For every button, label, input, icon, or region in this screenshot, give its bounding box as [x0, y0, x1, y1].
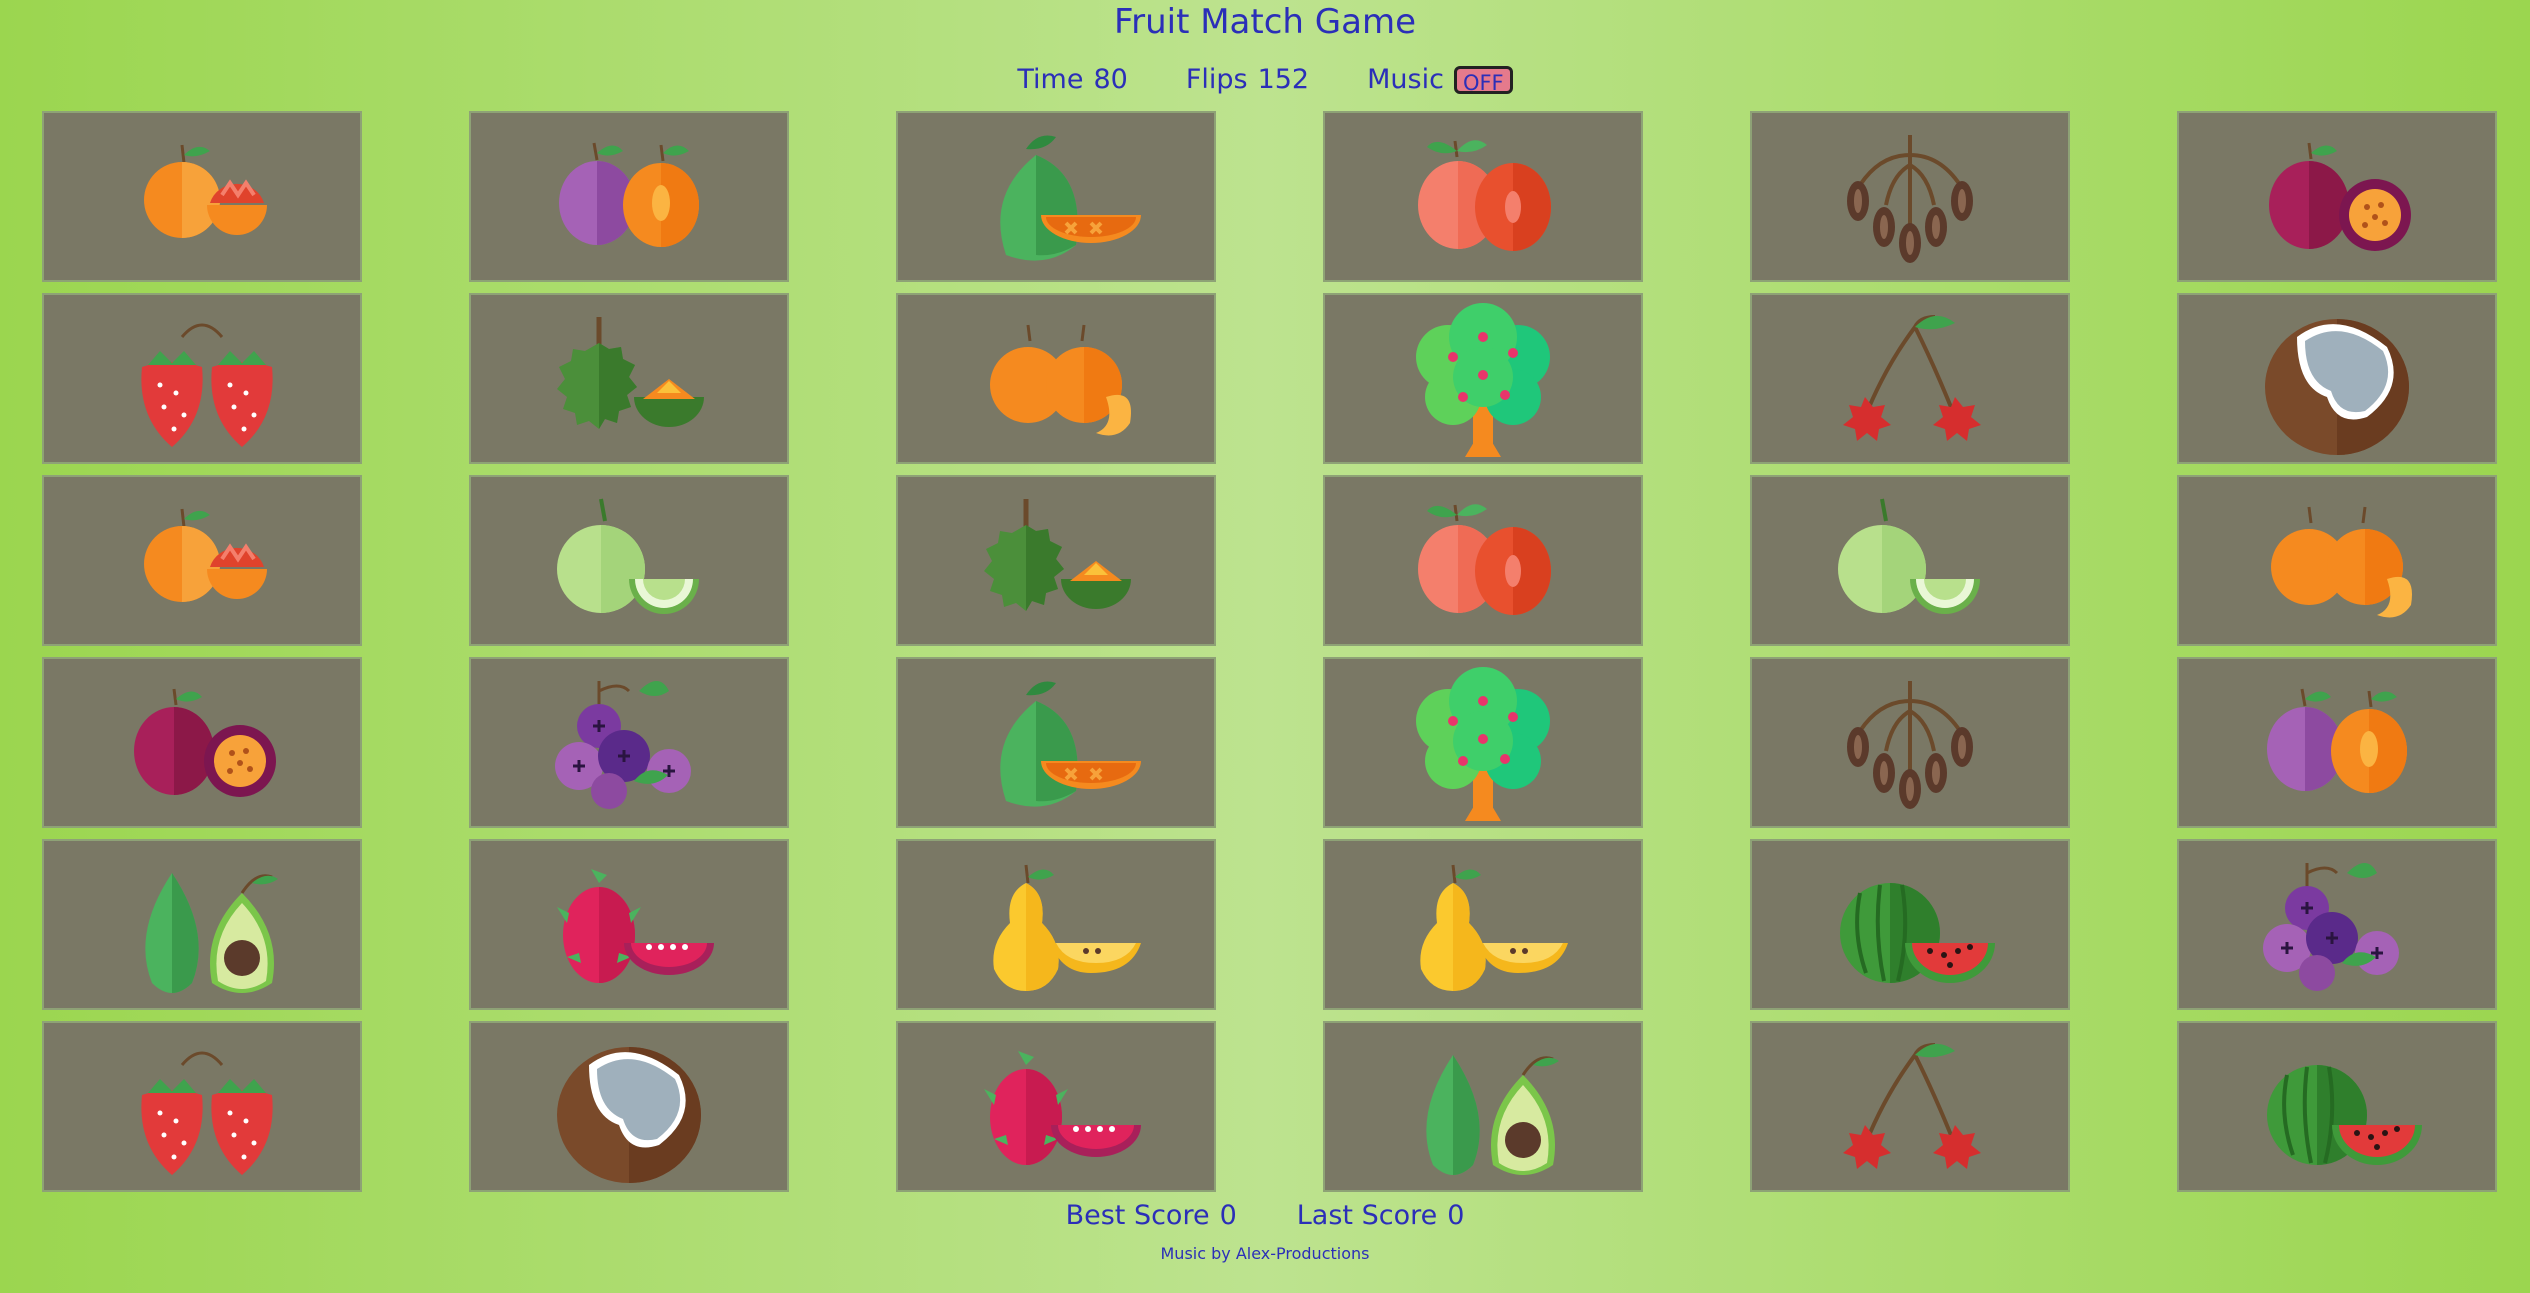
durian-icon [966, 479, 1146, 643]
card-dragon-fruit[interactable] [896, 1021, 1216, 1192]
music-toggle-button[interactable]: OFF [1453, 65, 1513, 95]
cherry-icon [1820, 1025, 2000, 1189]
time-value: 80 [1093, 64, 1128, 95]
grapes-icon [539, 661, 719, 825]
strawberry-icon [112, 1025, 292, 1189]
melon-icon [539, 479, 719, 643]
music-label: Music [1367, 64, 1444, 95]
dragon-fruit-icon [966, 1025, 1146, 1189]
card-durian[interactable] [469, 293, 789, 464]
card-tangerine[interactable] [896, 293, 1216, 464]
card-fruit-tree[interactable] [1323, 657, 1643, 828]
card-pear[interactable] [1323, 839, 1643, 1010]
card-grapes[interactable] [2177, 839, 2497, 1010]
apple-icon [1393, 479, 1573, 643]
last-score: Last Score 0 [1297, 1200, 1465, 1231]
fruit-tree-icon [1393, 297, 1573, 461]
card-coconut[interactable] [2177, 293, 2497, 464]
fruit-tree-icon [1393, 661, 1573, 825]
card-watermelon[interactable] [1750, 839, 2070, 1010]
time-label: Time [1017, 64, 1084, 95]
card-strawberry[interactable] [42, 1021, 362, 1192]
card-cherry[interactable] [1750, 293, 2070, 464]
card-melon[interactable] [469, 475, 789, 646]
card-orange[interactable] [42, 475, 362, 646]
card-melon[interactable] [1750, 475, 2070, 646]
card-pear[interactable] [896, 839, 1216, 1010]
coconut-icon [539, 1025, 719, 1189]
card-orange[interactable] [42, 111, 362, 282]
music-credit: Music by Alex-Productions [1160, 1244, 1370, 1263]
strawberry-icon [112, 297, 292, 461]
card-dragon-fruit[interactable] [469, 839, 789, 1010]
flips-stat: Flips 152 [1186, 64, 1309, 95]
coconut-icon [2247, 297, 2427, 461]
page-title: Fruit Match Game [1114, 2, 1416, 42]
best-score-label: Best Score [1065, 1200, 1210, 1231]
watermelon-icon [2247, 1025, 2427, 1189]
mango-icon [966, 115, 1146, 279]
cherry-icon [1820, 297, 2000, 461]
last-score-value: 0 [1447, 1200, 1465, 1231]
card-fruit-tree[interactable] [1323, 293, 1643, 464]
melon-icon [1820, 479, 2000, 643]
card-passion-fruit[interactable] [2177, 111, 2497, 282]
card-plum[interactable] [469, 111, 789, 282]
card-avocado[interactable] [42, 839, 362, 1010]
music-stat: Music OFF [1367, 64, 1513, 95]
tangerine-icon [2247, 479, 2427, 643]
card-mango[interactable] [896, 111, 1216, 282]
card-strawberry[interactable] [42, 293, 362, 464]
passion-fruit-icon [2247, 115, 2427, 279]
card-durian[interactable] [896, 475, 1216, 646]
flips-label: Flips [1185, 64, 1248, 95]
card-apple[interactable] [1323, 475, 1643, 646]
dates-icon [1820, 115, 2000, 279]
stats-bar: Time 80 Flips 152 Music OFF [0, 64, 2530, 95]
card-cherry[interactable] [1750, 1021, 2070, 1192]
card-dates[interactable] [1750, 657, 2070, 828]
pear-icon [966, 843, 1146, 1007]
card-tangerine[interactable] [2177, 475, 2497, 646]
card-board [42, 111, 2497, 1192]
orange-icon [112, 115, 292, 279]
dates-icon [1820, 661, 2000, 825]
card-dates[interactable] [1750, 111, 2070, 282]
apple-icon [1393, 115, 1573, 279]
card-coconut[interactable] [469, 1021, 789, 1192]
last-score-label: Last Score [1296, 1200, 1438, 1231]
time-stat: Time 80 [1017, 64, 1127, 95]
orange-icon [112, 479, 292, 643]
card-mango[interactable] [896, 657, 1216, 828]
tangerine-icon [966, 297, 1146, 461]
plum-icon [539, 115, 719, 279]
avocado-icon [112, 843, 292, 1007]
card-apple[interactable] [1323, 111, 1643, 282]
best-score: Best Score 0 [1066, 1200, 1237, 1231]
score-bar: Best Score 0 Last Score 0 [0, 1200, 2530, 1231]
card-watermelon[interactable] [2177, 1021, 2497, 1192]
card-avocado[interactable] [1323, 1021, 1643, 1192]
avocado-icon [1393, 1025, 1573, 1189]
best-score-value: 0 [1219, 1200, 1237, 1231]
pear-icon [1393, 843, 1573, 1007]
card-grapes[interactable] [469, 657, 789, 828]
flips-value: 152 [1257, 64, 1310, 95]
card-plum[interactable] [2177, 657, 2497, 828]
mango-icon [966, 661, 1146, 825]
card-passion-fruit[interactable] [42, 657, 362, 828]
dragon-fruit-icon [539, 843, 719, 1007]
grapes-icon [2247, 843, 2427, 1007]
watermelon-icon [1820, 843, 2000, 1007]
passion-fruit-icon [112, 661, 292, 825]
durian-icon [539, 297, 719, 461]
plum-icon [2247, 661, 2427, 825]
